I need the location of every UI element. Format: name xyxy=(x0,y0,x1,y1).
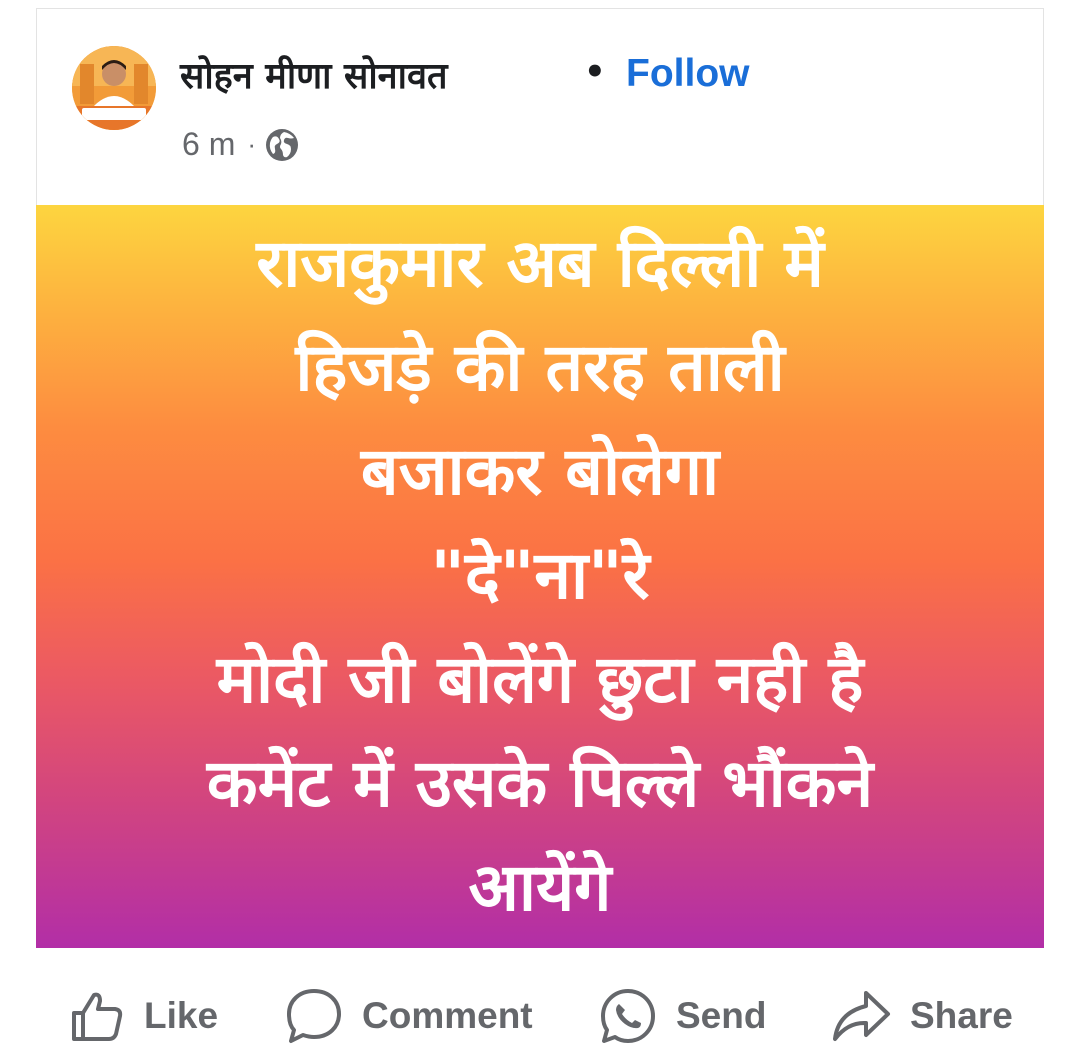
author-name[interactable]: सोहन मीणा सोनावत xyxy=(180,50,448,99)
comment-button[interactable]: Comment xyxy=(284,980,533,1052)
comment-label: Comment xyxy=(362,995,533,1036)
facebook-post: सोहन मीणा सोनावत • Follow 6 m · राजकुमार… xyxy=(0,0,1080,1054)
post-line: कमेंट में उसके पिल्ले भौंकने xyxy=(206,745,874,822)
meta-separator: · xyxy=(247,129,257,159)
thumbs-up-icon xyxy=(72,992,123,1041)
header-separator: • xyxy=(584,52,606,92)
avatar-image xyxy=(72,46,156,130)
comment-bubble-icon xyxy=(287,989,341,1043)
post-text: राजकुमार अब दिल्ली में हिजड़े की तरह ताल… xyxy=(36,212,1044,940)
post-line: हिजड़े की तरह ताली xyxy=(295,329,785,406)
post-line: "दे"ना"रे xyxy=(430,537,650,614)
send-button[interactable]: Send xyxy=(598,980,766,1052)
send-label: Send xyxy=(676,995,767,1036)
like-button[interactable]: Like xyxy=(68,980,218,1052)
post-actions-bar: Like Comment Send Share xyxy=(0,980,1080,1052)
share-button[interactable]: Share xyxy=(830,980,1013,1052)
post-header-card xyxy=(36,8,1044,205)
post-meta: 6 m · xyxy=(182,126,300,163)
follow-button[interactable]: Follow xyxy=(626,52,749,96)
post-line: मोदी जी बोलेंगे छुटा नही है xyxy=(216,641,864,718)
post-time[interactable]: 6 m xyxy=(182,126,235,163)
share-arrow-icon xyxy=(833,991,890,1041)
author-avatar[interactable] xyxy=(72,46,156,130)
share-label: Share xyxy=(910,995,1013,1036)
globe-icon[interactable] xyxy=(264,127,300,163)
like-label: Like xyxy=(144,995,219,1036)
whatsapp-icon xyxy=(601,989,655,1043)
post-line: राजकुमार अब दिल्ली में xyxy=(256,225,824,302)
post-line: बजाकर बोलेगा xyxy=(360,433,720,510)
post-line: आयेंगे xyxy=(468,849,612,926)
